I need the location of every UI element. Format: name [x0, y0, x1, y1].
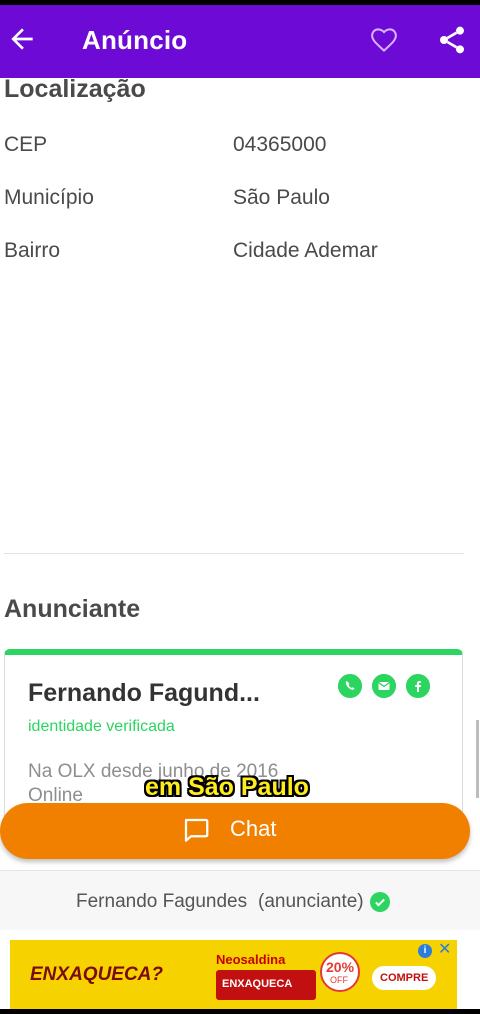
ad-product-label: ENXAQUECA — [222, 978, 293, 990]
heart-icon[interactable] — [368, 25, 400, 55]
bairro-label: Bairro — [4, 239, 61, 262]
verified-identity-label: identidade verificada — [28, 718, 175, 735]
ad-discount-off: OFF — [330, 975, 348, 985]
ad-banner[interactable]: ENXAQUECA? Neosaldina ENXAQUECA 20% OFF … — [10, 940, 457, 1009]
cep-label: CEP — [4, 133, 48, 156]
chat-bubble-icon — [184, 818, 209, 842]
bairro-value: Cidade Ademar — [233, 239, 378, 262]
ad-brand: Neosaldina — [216, 952, 286, 967]
chat-button-label: Chat — [230, 816, 277, 841]
ad-info-icon[interactable]: i — [418, 944, 432, 958]
ad-discount-badge: 20% OFF — [320, 952, 360, 992]
municipio-value: São Paulo — [233, 186, 330, 209]
facebook-icon[interactable] — [406, 674, 430, 698]
section-divider — [4, 553, 464, 554]
municipio-label: Município — [4, 186, 94, 209]
chat-button[interactable]: Chat — [0, 803, 470, 859]
scrollbar[interactable] — [476, 720, 479, 798]
mail-icon[interactable] — [372, 674, 396, 698]
ad-close-icon[interactable]: ✕ — [438, 942, 454, 958]
ad-discount-percent: 20% — [326, 959, 355, 975]
seller-name: Fernando Fagundes — [76, 891, 248, 912]
ad-cta-label: COMPRE — [380, 972, 429, 984]
ad-product-image: ENXAQUECA — [216, 970, 316, 1000]
advertiser-section-title: Anunciante — [4, 595, 141, 623]
video-caption: em São Paulo — [145, 773, 309, 801]
advertiser-card[interactable]: Fernando Fagund... identidade verificada… — [4, 649, 463, 829]
app-bar: Anúncio — [0, 5, 480, 78]
page-title: Anúncio — [82, 25, 188, 55]
whatsapp-icon[interactable] — [338, 674, 362, 698]
location-section-title: Localização — [4, 75, 146, 103]
cep-value: 04365000 — [233, 133, 327, 156]
seller-role: (anunciante) — [258, 891, 364, 912]
advertiser-name: Fernando Fagund... — [28, 679, 260, 707]
ad-headline: ENXAQUECA? — [30, 964, 164, 985]
ad-cta-button[interactable]: COMPRE — [372, 966, 436, 990]
share-icon[interactable] — [436, 23, 468, 57]
check-circle-icon — [370, 892, 390, 912]
back-arrow-icon[interactable] — [6, 23, 38, 55]
screen: Anúncio Localização CEP 04365000 Municíp… — [0, 5, 480, 1009]
seller-bar: Fernando Fagundes (anunciante) — [0, 870, 480, 930]
